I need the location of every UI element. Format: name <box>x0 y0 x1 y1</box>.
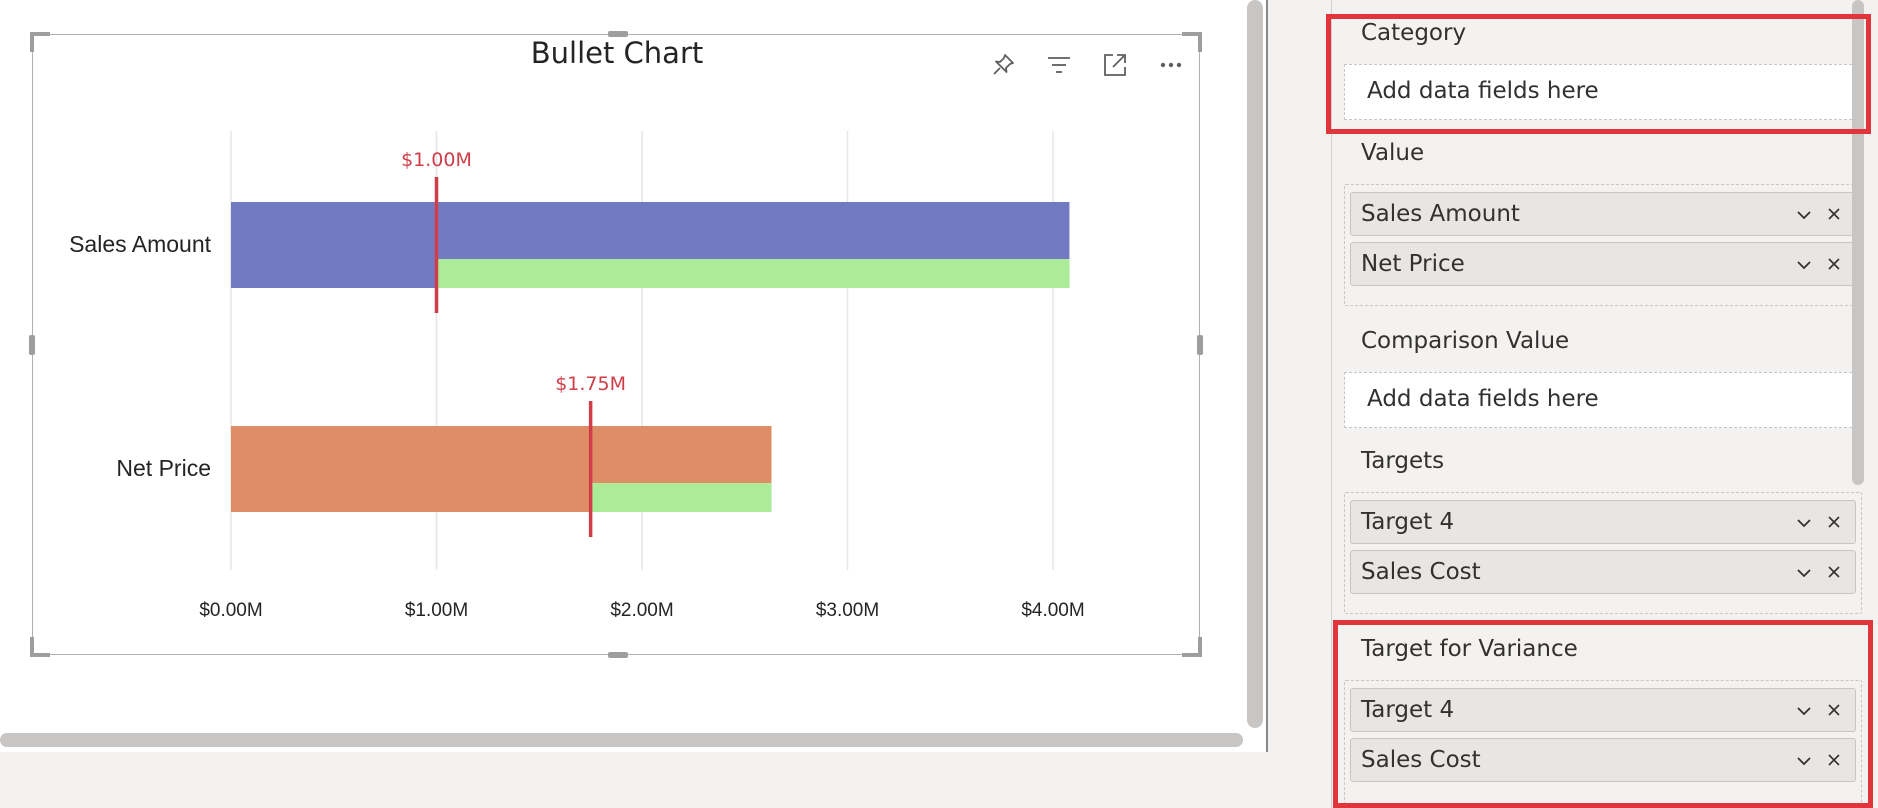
report-canvas: $0.00M $1.00M $2.00M $3.00M $4.00M Sales Amou… <box>0 0 1268 808</box>
target-data-label: $1.00M <box>401 149 472 171</box>
comparison-value-drop-zone[interactable]: Add data fields here <box>1344 372 1862 428</box>
fields-pane: Category Add data fields here Value Sale… <box>1268 0 1878 808</box>
filter-icon[interactable] <box>1031 43 1087 87</box>
more-options-icon[interactable] <box>1143 43 1199 87</box>
x-tick-label: $2.00M <box>610 600 673 621</box>
chevron-down-icon[interactable] <box>1795 514 1813 532</box>
well-label-targets: Targets <box>1361 448 1445 474</box>
variance-bar <box>436 259 1070 288</box>
x-tick-label: $0.00M <box>199 600 262 621</box>
highlight-box-target-for-variance <box>1333 620 1873 808</box>
value-field-pill[interactable]: Net Price <box>1350 242 1856 286</box>
target-data-label: $1.75M <box>555 373 626 395</box>
horizontal-scrollbar[interactable] <box>0 733 1243 747</box>
targets-field-pill[interactable]: Target 4 <box>1350 500 1856 544</box>
highlight-box-category <box>1326 14 1871 134</box>
bullet-chart-visual[interactable]: $0.00M $1.00M $2.00M $3.00M $4.00M Sales Amou… <box>29 31 1203 658</box>
close-icon[interactable] <box>1825 205 1843 223</box>
field-name: Net Price <box>1361 251 1465 277</box>
chevron-down-icon[interactable] <box>1795 256 1813 274</box>
chevron-down-icon[interactable] <box>1795 564 1813 582</box>
category-label: Net Price <box>116 455 211 481</box>
x-tick-label: $1.00M <box>405 600 468 621</box>
visual-header-icons <box>975 43 1199 87</box>
value-field-pill[interactable]: Sales Amount <box>1350 192 1856 236</box>
bullet-chart-plot: $0.00M $1.00M $2.00M $3.00M $4.00M Sales Amou… <box>69 131 1085 621</box>
field-name: Target 4 <box>1361 509 1455 535</box>
field-name: Sales Cost <box>1361 559 1481 585</box>
chevron-down-icon[interactable] <box>1795 206 1813 224</box>
category-label: Sales Amount <box>69 231 212 257</box>
targets-field-pill[interactable]: Sales Cost <box>1350 550 1856 594</box>
well-label-value: Value <box>1361 140 1425 166</box>
close-icon[interactable] <box>1825 513 1843 531</box>
pin-icon[interactable] <box>975 43 1031 87</box>
x-tick-label: $4.00M <box>1021 600 1084 621</box>
field-name: Sales Amount <box>1361 201 1520 227</box>
x-tick-label: $3.00M <box>816 600 879 621</box>
well-label-comparison-value: Comparison Value <box>1361 328 1570 354</box>
focus-mode-icon[interactable] <box>1087 43 1143 87</box>
canvas-bottom-bar <box>0 752 1268 808</box>
close-icon[interactable] <box>1825 563 1843 581</box>
variance-bar <box>590 483 772 512</box>
canvas-vertical-scrollbar[interactable] <box>1247 0 1263 728</box>
close-icon[interactable] <box>1825 255 1843 273</box>
